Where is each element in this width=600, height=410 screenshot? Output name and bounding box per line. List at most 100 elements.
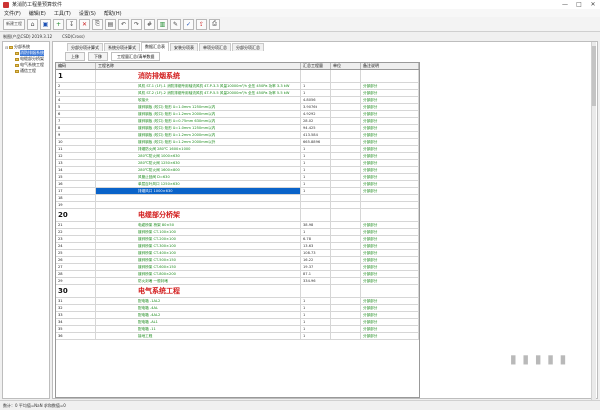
val-cell[interactable]: 1: [301, 146, 331, 152]
name-cell[interactable]: 风机 ST-2 (1F)-2 消防排烟专用轴流风机 4T-P-5.5 风量200…: [96, 90, 301, 96]
name-cell[interactable]: 镀锌桥架 CT-800×200: [96, 271, 301, 277]
table-row[interactable]: 29 防火封堵 一般封堵 334.96 分部部分: [56, 278, 419, 285]
code-cell[interactable]: 15: [56, 174, 96, 180]
table-row[interactable]: 21 电缆桥架 桥架 80×50 38.98 分部部分: [56, 222, 419, 229]
val-cell[interactable]: 1: [301, 319, 331, 325]
delete-icon[interactable]: ✕: [79, 18, 90, 30]
val-cell[interactable]: 108.73: [301, 250, 331, 256]
unit-cell[interactable]: [331, 257, 361, 263]
unit-cell[interactable]: [331, 160, 361, 166]
unit-cell[interactable]: [331, 146, 361, 152]
val-cell[interactable]: 1: [301, 298, 331, 304]
code-cell[interactable]: 13: [56, 160, 96, 166]
new-project-icon[interactable]: 新建工程: [3, 18, 25, 30]
code-cell[interactable]: 22: [56, 229, 96, 235]
table-row[interactable]: 17 排烟风口 1000×630 1 分部部分: [56, 188, 419, 195]
note-cell[interactable]: [361, 195, 419, 201]
name-cell[interactable]: [96, 202, 301, 208]
code-cell[interactable]: 12: [56, 153, 96, 159]
val-cell[interactable]: 1: [301, 174, 331, 180]
note-cell[interactable]: 分部部分: [361, 181, 419, 187]
name-cell[interactable]: 镀锌钢板 (咬口) 矩形 δ=1.2mm 2000mm以外: [96, 139, 301, 145]
val-cell[interactable]: [301, 70, 331, 82]
table-row[interactable]: 11 排烟防火阀 280℃ 1600×1000 1 分部部分: [56, 146, 419, 153]
table-row[interactable]: 34 配电箱 -AL1 1 分部部分: [56, 319, 419, 326]
note-cell[interactable]: 分部部分: [361, 229, 419, 235]
name-cell[interactable]: 镀锌桥架 CT-500×150: [96, 257, 301, 263]
val-cell[interactable]: [301, 209, 331, 221]
table-row[interactable]: 22 镀锌桥架 CT-100×100 1 分部部分: [56, 229, 419, 236]
note-cell[interactable]: 分部部分: [361, 298, 419, 304]
unit-cell[interactable]: [331, 167, 361, 173]
table-row[interactable]: 33 配电箱 -4AL2 1 分部部分: [56, 312, 419, 319]
val-cell[interactable]: 1: [301, 326, 331, 332]
val-cell[interactable]: 94.425: [301, 125, 331, 131]
scrollbar-thumb[interactable]: [592, 46, 596, 106]
table-row[interactable]: 24 镀锌桥架 CT-300×100 13.63 分部部分: [56, 243, 419, 250]
code-cell[interactable]: 9: [56, 132, 96, 138]
unit-cell[interactable]: [331, 83, 361, 89]
code-cell[interactable]: 26: [56, 257, 96, 263]
column-header-note[interactable]: 备注说明: [361, 63, 419, 69]
name-cell[interactable]: 280℃防火阀 1600×800: [96, 167, 301, 173]
name-cell[interactable]: 配电箱 -11: [96, 326, 301, 332]
move-up-button[interactable]: 上移: [65, 52, 85, 61]
val-cell[interactable]: 4.9292: [301, 111, 331, 117]
table-row[interactable]: 18: [56, 195, 419, 202]
note-cell[interactable]: 分部部分: [361, 97, 419, 103]
unit-cell[interactable]: [331, 278, 361, 284]
unit-cell[interactable]: [331, 312, 361, 318]
unit-cell[interactable]: [331, 97, 361, 103]
name-cell[interactable]: 电气系统工程: [96, 285, 301, 297]
val-cell[interactable]: 665.8896: [301, 139, 331, 145]
code-cell[interactable]: 33: [56, 312, 96, 318]
note-cell[interactable]: 分部部分: [361, 174, 419, 180]
unit-cell[interactable]: [331, 243, 361, 249]
note-cell[interactable]: 分部部分: [361, 118, 419, 124]
table-row[interactable]: 35 配电箱 -11 1 分部部分: [56, 326, 419, 333]
val-cell[interactable]: 13.63: [301, 243, 331, 249]
paste-icon[interactable]: ▤: [105, 18, 116, 30]
code-cell[interactable]: 14: [56, 167, 96, 173]
column-header-code[interactable]: 编码: [56, 63, 96, 69]
note-cell[interactable]: 分部部分: [361, 90, 419, 96]
note-cell[interactable]: 分部部分: [361, 243, 419, 249]
table-row[interactable]: 15 风管止回阀 D=630 1 分部部分: [56, 174, 419, 181]
name-cell[interactable]: 280℃防火阀 1000×630: [96, 153, 301, 159]
name-cell[interactable]: 镀锌桥架 CT-600×150: [96, 264, 301, 270]
table-row[interactable]: 25 镀锌桥架 CT-400×100 108.73 分部部分: [56, 250, 419, 257]
note-cell[interactable]: 分部部分: [361, 326, 419, 332]
tree-item[interactable]: 通信工程: [5, 68, 47, 74]
val-cell[interactable]: 1: [301, 333, 331, 339]
note-cell[interactable]: 分部部分: [361, 319, 419, 325]
val-cell[interactable]: [301, 285, 331, 297]
table-row[interactable]: 9 镀锌钢板 (咬口) 矩形 δ=1.2mm 2000mm以内 413.584 分部部…: [56, 132, 419, 139]
summary-list-tab[interactable]: 工程量汇总/清单数据: [111, 52, 161, 61]
insert-icon[interactable]: ↧: [66, 18, 77, 30]
val-cell[interactable]: 1: [301, 188, 331, 194]
table-row[interactable]: 32 配电箱 -4AL 1 分部部分: [56, 305, 419, 312]
table-row[interactable]: 5 镀锌钢板 (咬口) 矩形 δ=1.0mm 1250mm以内 3.9076t 分部部…: [56, 104, 419, 111]
table-row[interactable]: 26 镀锌桥架 CT-500×150 16.22 分部部分: [56, 257, 419, 264]
unit-cell[interactable]: [331, 104, 361, 110]
code-cell[interactable]: 30: [56, 285, 96, 297]
code-cell[interactable]: 18: [56, 195, 96, 201]
name-cell[interactable]: 镀锌桥架 CT-400×100: [96, 250, 301, 256]
note-cell[interactable]: 分部部分: [361, 271, 419, 277]
vertical-scrollbar[interactable]: [591, 42, 596, 400]
name-cell[interactable]: 镀锌桥架 CT-300×100: [96, 243, 301, 249]
table-row[interactable]: 19: [56, 202, 419, 209]
name-cell[interactable]: 接地工程: [96, 333, 301, 339]
val-cell[interactable]: 6.78: [301, 236, 331, 242]
column-header-unit[interactable]: 单位: [331, 63, 361, 69]
tab[interactable]: 分部分项计算式: [67, 43, 103, 51]
val-cell[interactable]: 87.1: [301, 271, 331, 277]
undo-icon[interactable]: ↶: [118, 18, 129, 30]
code-cell[interactable]: 6: [56, 111, 96, 117]
note-cell[interactable]: 分部部分: [361, 83, 419, 89]
code-cell[interactable]: 19: [56, 202, 96, 208]
val-cell[interactable]: 1: [301, 181, 331, 187]
name-cell[interactable]: 风管止回阀 D=630: [96, 174, 301, 180]
table-row[interactable]: 16 单层百叶风口 1250×630 1 分部部分: [56, 181, 419, 188]
section-row[interactable]: 1 消防排烟系统: [56, 70, 419, 83]
